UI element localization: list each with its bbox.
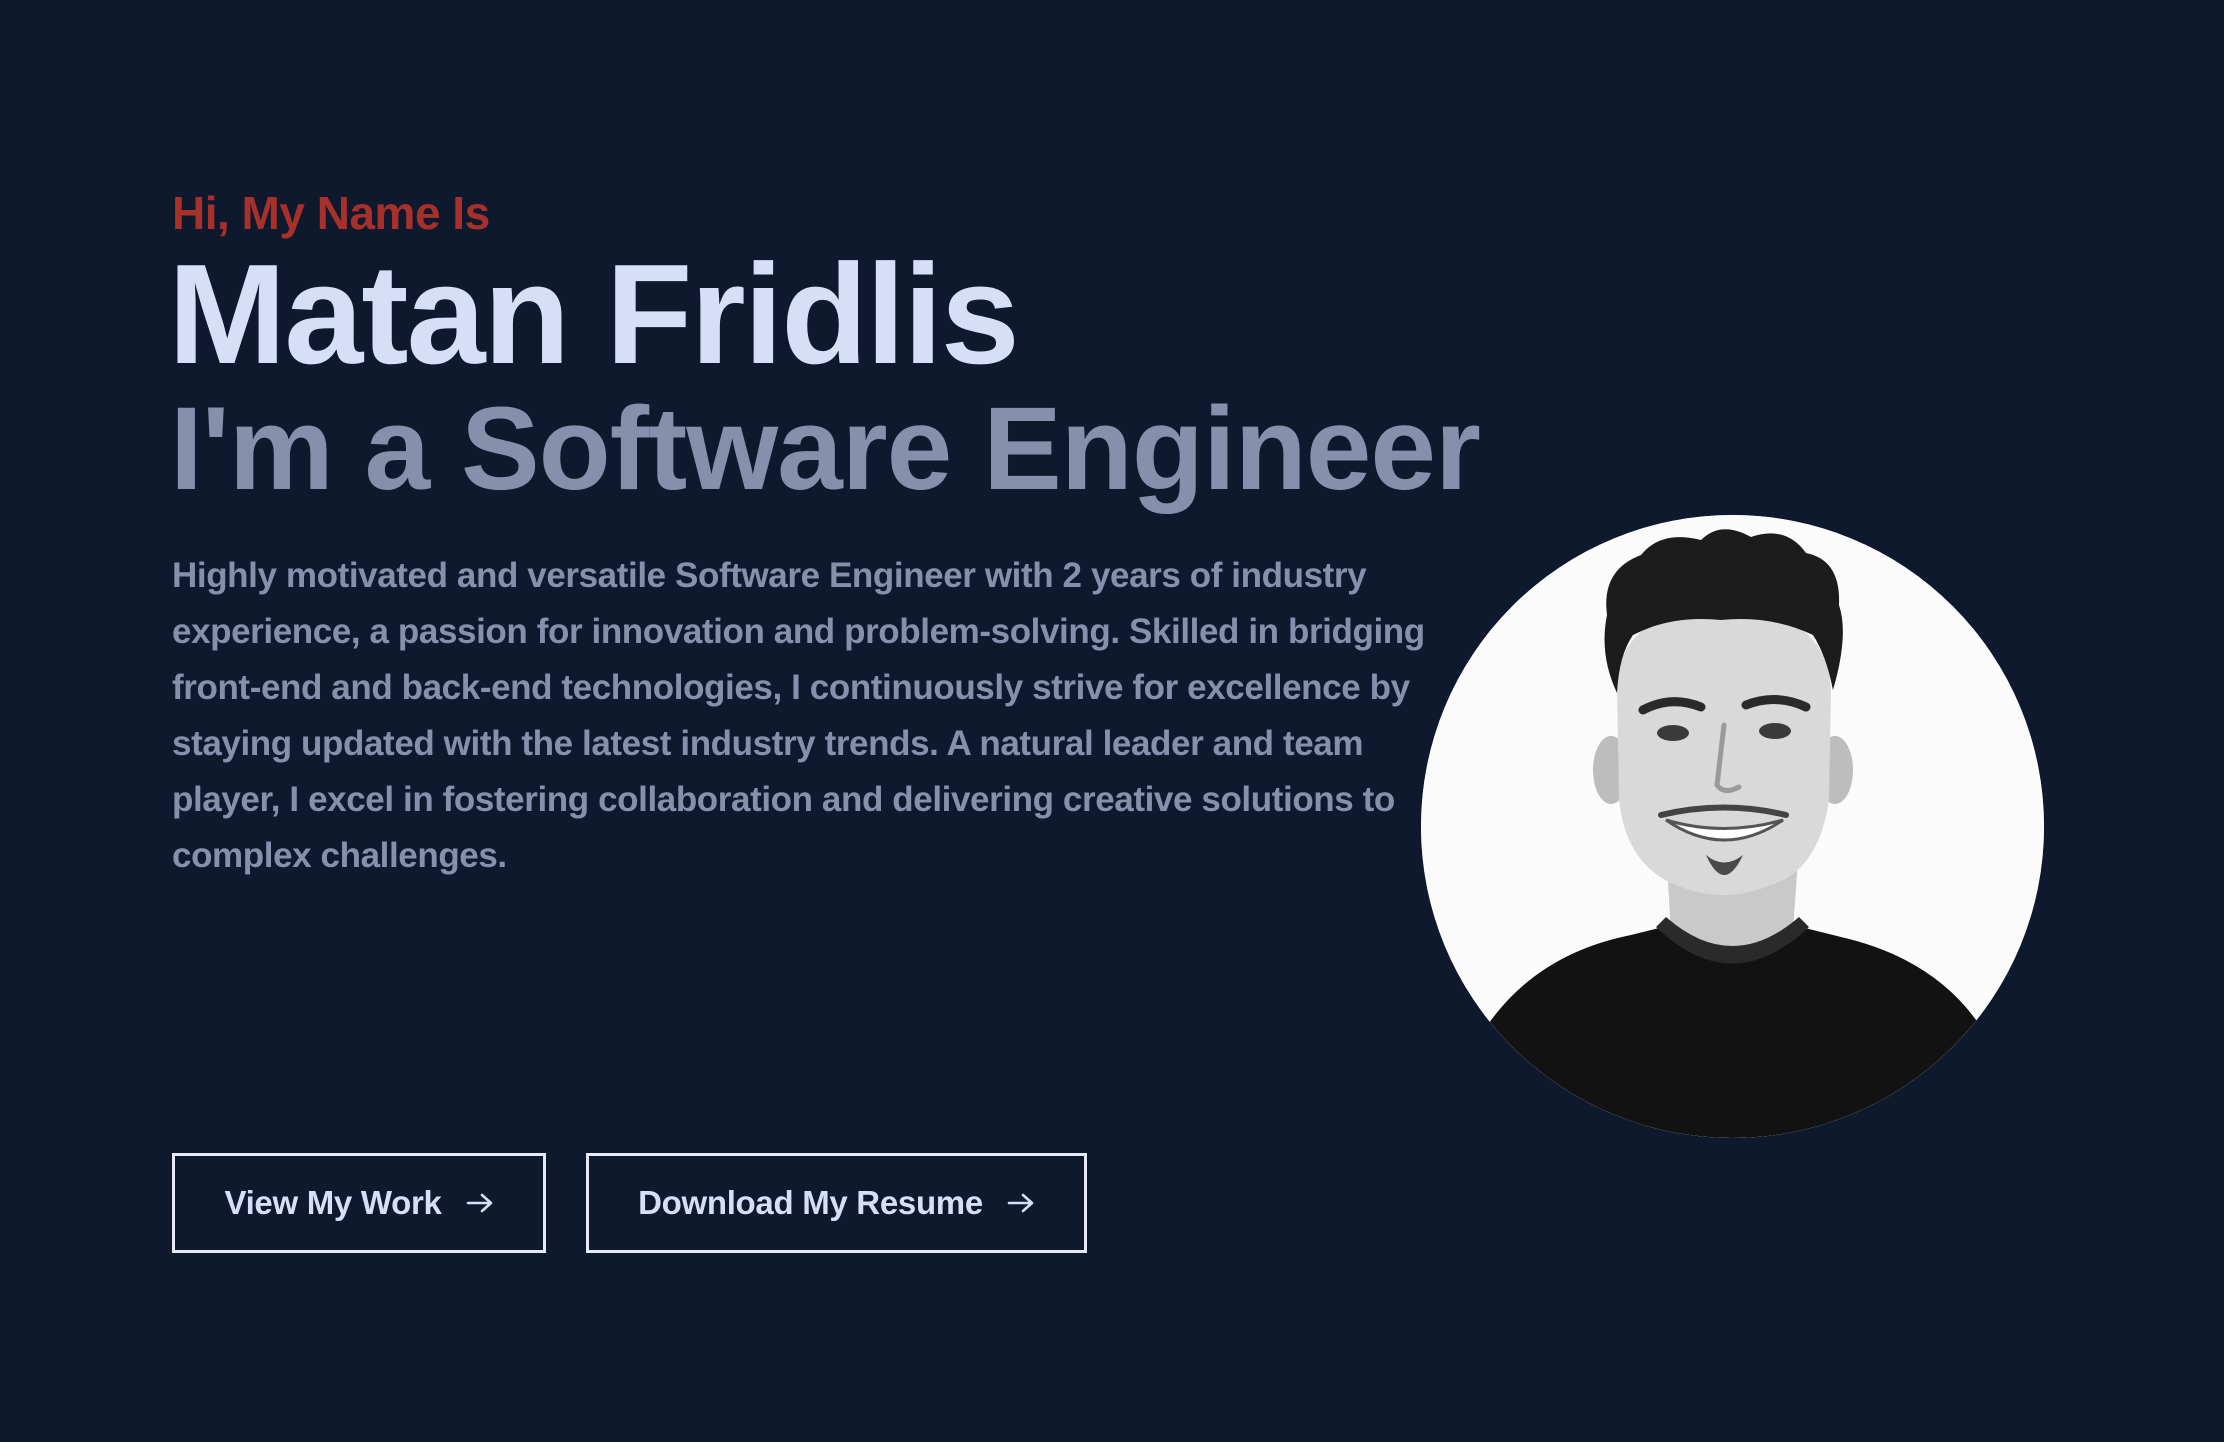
download-resume-button[interactable]: Download My Resume — [586, 1153, 1087, 1253]
bio-paragraph: Highly motivated and versatile Software … — [172, 556, 1425, 875]
download-resume-label: Download My Resume — [638, 1184, 983, 1221]
hero-section: Hi, My Name Is Matan Fridlis I'm a Softw… — [0, 0, 2224, 1442]
arrow-right-icon — [1007, 1192, 1035, 1214]
profile-photo — [1421, 515, 2044, 1138]
greeting-text: Hi, My Name Is — [172, 187, 490, 239]
page-title: Matan Fridlis — [168, 235, 1020, 394]
profile-portrait-illustration — [1421, 515, 2044, 1138]
view-my-work-label: View My Work — [224, 1184, 442, 1221]
arrow-right-icon — [466, 1192, 494, 1214]
role-subtitle: I'm a Software Engineer — [170, 383, 1481, 515]
view-my-work-button[interactable]: View My Work — [172, 1153, 546, 1253]
